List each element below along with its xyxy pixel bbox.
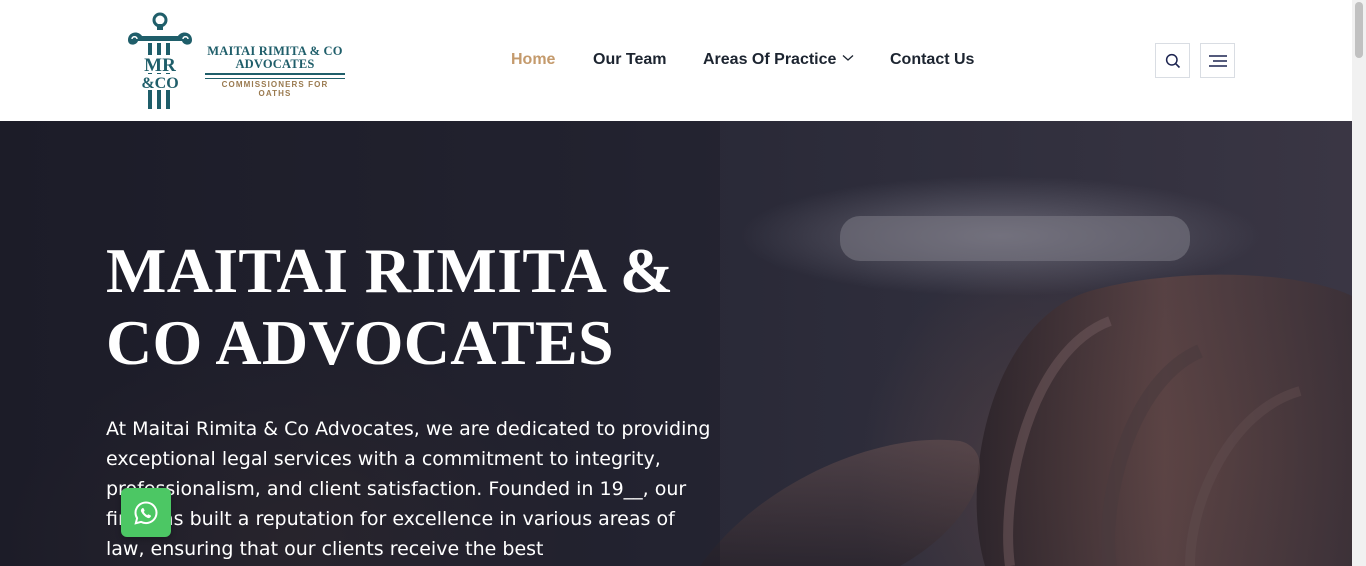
- main-navigation: Home Our Team Areas Of Practice Contact …: [0, 0, 1352, 121]
- search-button[interactable]: [1155, 43, 1190, 78]
- menu-button[interactable]: [1200, 43, 1235, 78]
- hamburger-menu-icon: [1208, 54, 1227, 67]
- nav-item-contact-us[interactable]: Contact Us: [890, 51, 974, 69]
- nav-item-areas-of-practice-label: Areas Of Practice: [703, 51, 837, 68]
- hero-description: At Maitai Rimita & Co Advocates, we are …: [106, 418, 711, 560]
- search-icon: [1165, 53, 1180, 68]
- chevron-down-icon: [842, 55, 854, 61]
- whatsapp-icon: [134, 500, 158, 525]
- nav-item-our-team[interactable]: Our Team: [593, 51, 667, 69]
- scrollbar-thumb[interactable]: [1355, 2, 1363, 58]
- nav-item-areas-of-practice[interactable]: Areas Of Practice: [703, 51, 854, 69]
- whatsapp-chat-button[interactable]: [121, 488, 171, 537]
- site-header: MR &CO MAITAI RIMITA & CO ADVOCATES COMM…: [0, 0, 1352, 121]
- nav-item-home[interactable]: Home: [511, 51, 555, 69]
- hero-title: MAITAI RIMITA & CO ADVOCATES: [106, 235, 674, 378]
- vertical-scrollbar[interactable]: [1352, 0, 1366, 566]
- hero-banner: MAITAI RIMITA & CO ADVOCATES At Maitai R…: [0, 121, 1352, 566]
